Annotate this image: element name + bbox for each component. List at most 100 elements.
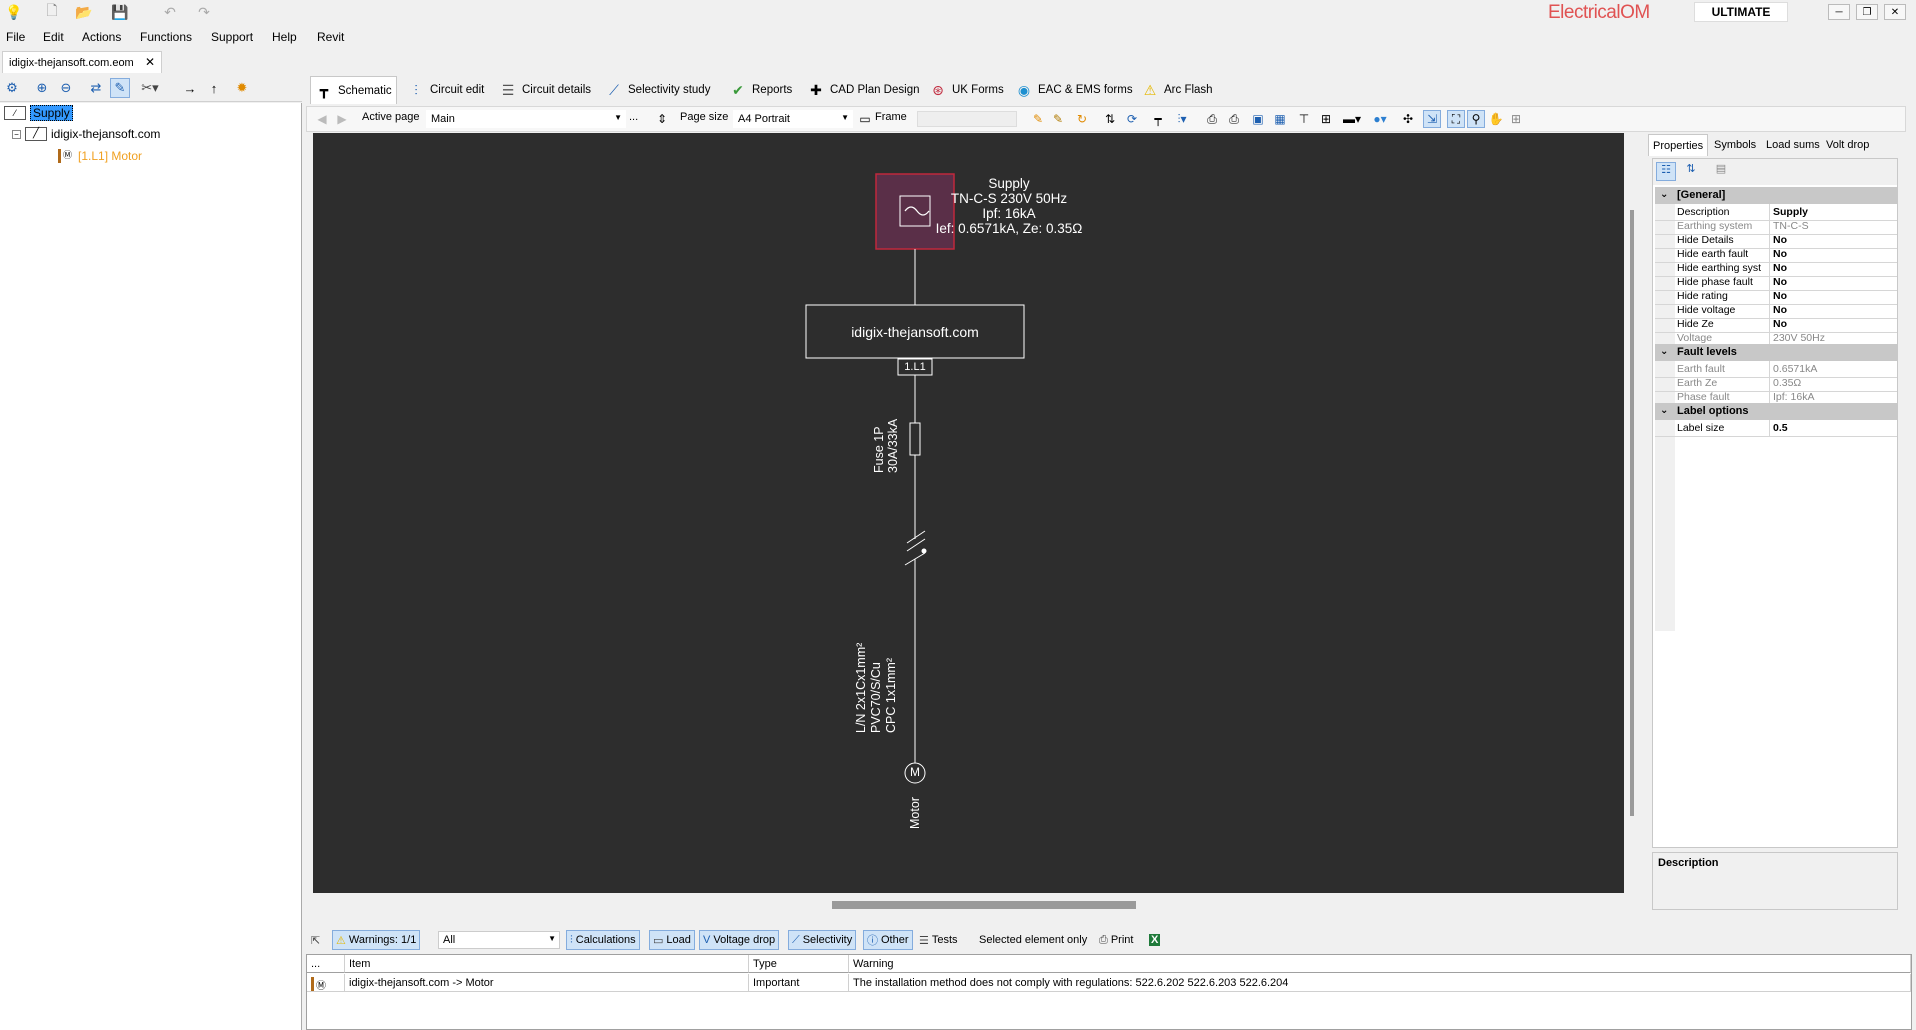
- print-icon[interactable]: ⎙: [1203, 110, 1221, 128]
- zoom-icon[interactable]: ⚲: [1467, 110, 1485, 128]
- grid-export-icon[interactable]: ▦: [1271, 110, 1289, 128]
- frame-label[interactable]: Frame: [875, 111, 907, 123]
- print-preview-icon[interactable]: ⎙: [1225, 110, 1243, 128]
- tab-schematic[interactable]: ┳ Schematic: [310, 76, 397, 104]
- refresh-icon[interactable]: ⟳: [1123, 110, 1141, 128]
- menu-file[interactable]: File: [6, 30, 25, 44]
- chevron-down-icon[interactable]: ⌄: [1660, 346, 1668, 357]
- pan-hand-icon[interactable]: ✋: [1487, 110, 1505, 128]
- tab-volt-drop[interactable]: Volt drop: [1822, 134, 1873, 156]
- tab-symbols[interactable]: Symbols: [1710, 134, 1760, 156]
- print-warnings-button[interactable]: ⎙ Print: [1096, 930, 1136, 950]
- column-header-warning[interactable]: Warning: [849, 955, 1911, 973]
- warning-type-cell[interactable]: Important: [749, 974, 849, 992]
- layout-icon[interactable]: ⊞: [1317, 110, 1335, 128]
- canvas-horizontal-scrollbar[interactable]: [832, 901, 1136, 909]
- tab-reports[interactable]: ✔ Reports: [724, 76, 797, 104]
- property-category[interactable]: ⌄ Label options: [1655, 403, 1897, 420]
- document-tab[interactable]: idigix-thejansoft.com.eom ✕: [2, 51, 162, 73]
- tree-layout-icon[interactable]: ⚙: [2, 78, 22, 98]
- menu-functions[interactable]: Functions: [140, 30, 192, 44]
- tab-eac-ems-forms[interactable]: ◉ EAC & EMS forms: [1010, 76, 1138, 104]
- tree-link-icon[interactable]: ✎: [110, 78, 130, 98]
- column-header-options[interactable]: ...: [307, 955, 345, 973]
- zoom-out-icon[interactable]: ⊖: [56, 78, 76, 98]
- tree-node-motor[interactable]: Ⓜ [1.L1] Motor: [58, 149, 142, 163]
- property-row[interactable]: Label size 0.5: [1655, 420, 1897, 437]
- menu-edit[interactable]: Edit: [43, 30, 64, 44]
- display-dropdown-icon[interactable]: ▬▾: [1343, 110, 1361, 128]
- refresh-orange-icon[interactable]: ↻: [1073, 110, 1091, 128]
- tab-selectivity-study[interactable]: ⟋ Selectivity study: [600, 76, 715, 104]
- arrow-up-icon[interactable]: ↑: [204, 78, 224, 98]
- active-page-select[interactable]: Main ▼: [426, 110, 626, 128]
- frame-slider[interactable]: [917, 111, 1017, 127]
- circuit-dropdown-icon[interactable]: ⫶▾: [1173, 110, 1191, 128]
- warnings-toggle[interactable]: ⚠ Warnings: 1/1: [332, 930, 421, 950]
- column-header-type[interactable]: Type: [749, 955, 849, 973]
- tests-toggle[interactable]: ☰ Tests: [916, 930, 961, 950]
- selectivity-toggle[interactable]: ⟋ Selectivity: [788, 930, 857, 950]
- fit-page-icon[interactable]: ⛶: [1447, 110, 1465, 128]
- page-back-icon[interactable]: ◀: [313, 110, 331, 128]
- minimize-button[interactable]: ─: [1828, 4, 1850, 20]
- chevron-down-icon[interactable]: ⌄: [1660, 189, 1668, 200]
- tree-expand-icon[interactable]: ⇄: [86, 78, 106, 98]
- new-file-icon[interactable]: 🗋: [42, 2, 62, 22]
- page-options-button[interactable]: ...: [629, 111, 638, 123]
- restore-button[interactable]: ❐: [1856, 4, 1878, 20]
- app-logo-icon[interactable]: 💡: [4, 2, 24, 22]
- pencil-icon[interactable]: ✎: [1029, 110, 1047, 128]
- load-toggle[interactable]: ▭ Load: [649, 930, 695, 950]
- tree-node-supply[interactable]: ⁄ Supply: [4, 105, 73, 121]
- pointer-mode-icon[interactable]: ⇲: [1423, 110, 1441, 128]
- tab-properties[interactable]: Properties: [1648, 134, 1709, 156]
- other-toggle[interactable]: ⓘ Other: [863, 930, 913, 950]
- tab-arc-flash[interactable]: ⚠ Arc Flash: [1136, 76, 1218, 104]
- chevron-down-icon[interactable]: ⌄: [1660, 405, 1668, 416]
- excel-export-button[interactable]: X: [1146, 930, 1163, 950]
- warning-text-cell[interactable]: The installation method does not comply …: [849, 974, 1911, 992]
- column-header-item[interactable]: Item: [345, 955, 749, 973]
- tab-circuit-details[interactable]: ☰ Circuit details: [494, 76, 596, 104]
- warnings-filter-select[interactable]: All ▼: [438, 931, 560, 949]
- warning-item-cell[interactable]: idigix-thejansoft.com -> Motor: [345, 974, 749, 992]
- popout-icon[interactable]: ⇱: [308, 930, 323, 950]
- color-dropdown-icon[interactable]: ●▾: [1371, 110, 1389, 128]
- redo-icon[interactable]: ↷: [194, 2, 214, 22]
- property-category[interactable]: ⌄ [General]: [1655, 187, 1897, 204]
- branch-icon[interactable]: ┯: [1149, 110, 1167, 128]
- selected-element-only-toggle[interactable]: Selected element only: [976, 930, 1090, 950]
- property-value[interactable]: 0.5: [1769, 420, 1897, 436]
- swap-icon[interactable]: ⇅: [1101, 110, 1119, 128]
- tab-load-sums[interactable]: Load sums: [1762, 134, 1824, 156]
- settings-gear-icon[interactable]: ✹: [232, 78, 252, 98]
- canvas-vertical-scrollbar[interactable]: [1630, 210, 1634, 816]
- page-forward-icon[interactable]: ▶: [333, 110, 351, 128]
- sort-alpha-icon[interactable]: ⇅: [1681, 162, 1701, 181]
- schematic-canvas[interactable]: Supply TN-C-S 230V 50Hz Ipf: 16kA Ief: 0…: [313, 133, 1624, 893]
- page-order-icon[interactable]: ⇕: [653, 110, 671, 128]
- property-category[interactable]: ⌄ Fault levels: [1655, 344, 1897, 361]
- menu-support[interactable]: Support: [211, 30, 253, 44]
- tab-cad-plan-design[interactable]: ✚ CAD Plan Design: [802, 76, 924, 104]
- collapse-icon[interactable]: −: [12, 129, 21, 139]
- tab-circuit-edit[interactable]: ⫶ Circuit edit: [402, 76, 489, 104]
- close-document-icon[interactable]: ✕: [145, 55, 155, 69]
- row-icon-cell[interactable]: Ⓜ: [307, 974, 345, 992]
- save-icon[interactable]: 💾: [110, 2, 130, 22]
- menu-help[interactable]: Help: [272, 30, 297, 44]
- calculations-toggle[interactable]: ⫶ Calculations: [566, 930, 640, 950]
- menu-actions[interactable]: Actions: [82, 30, 121, 44]
- tree-node-board[interactable]: − ╱ idigix-thejansoft.com: [12, 127, 160, 141]
- lock-edit-icon[interactable]: ✎: [1049, 110, 1067, 128]
- arrow-right-icon[interactable]: →: [180, 78, 200, 98]
- grid-icon[interactable]: ⊞: [1507, 110, 1525, 128]
- page-size-select[interactable]: A4 Portrait ▼: [733, 110, 853, 128]
- property-pages-icon[interactable]: ▤: [1711, 162, 1731, 181]
- connections-icon[interactable]: ✣: [1399, 110, 1417, 128]
- tools-dropdown-icon[interactable]: ✂▾: [140, 78, 160, 98]
- undo-icon[interactable]: ↶: [160, 2, 180, 22]
- categorized-icon[interactable]: ☷: [1656, 162, 1676, 181]
- open-folder-icon[interactable]: 📂: [74, 2, 94, 22]
